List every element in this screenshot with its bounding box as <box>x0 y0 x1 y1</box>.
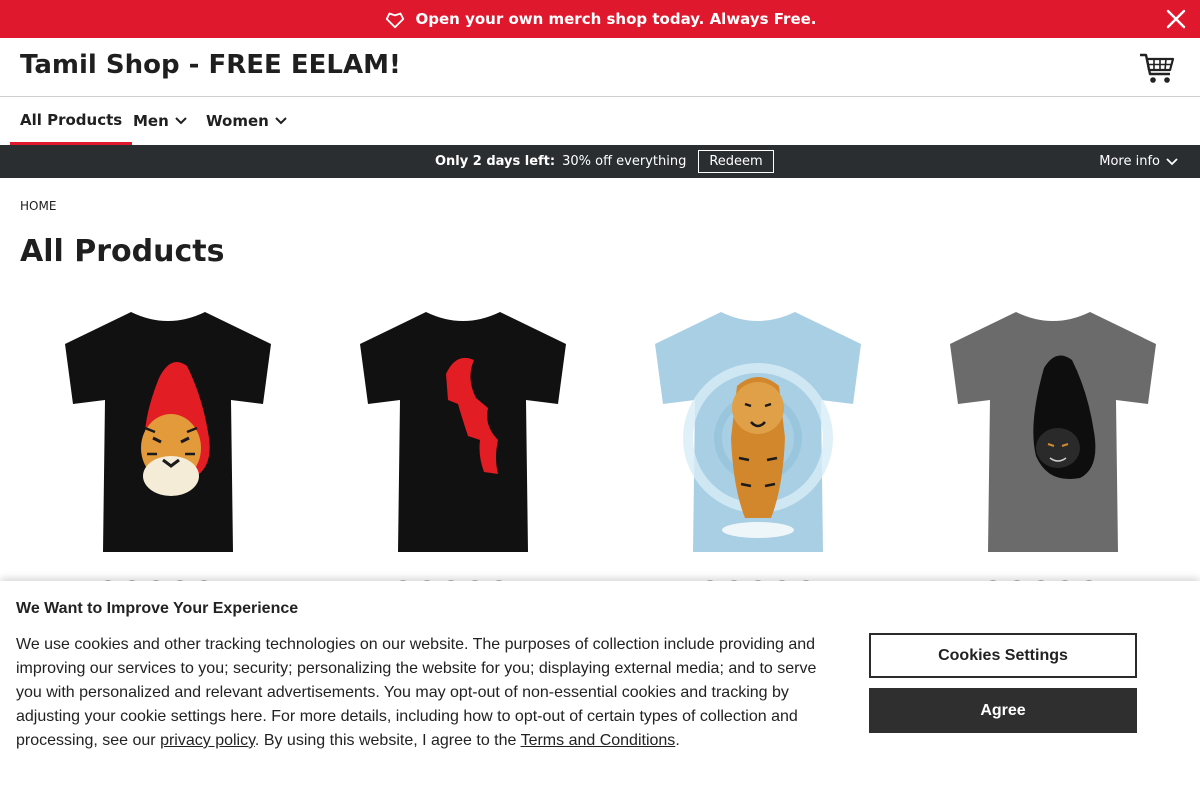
product-card[interactable] <box>618 300 898 592</box>
product-image <box>655 312 861 552</box>
agree-button[interactable]: Agree <box>869 688 1137 733</box>
product-image <box>360 312 566 552</box>
chevron-down-icon <box>175 117 187 125</box>
shop-title[interactable]: Tamil Shop - FREE EELAM! <box>20 50 401 80</box>
more-info-label: More info <box>1099 154 1160 169</box>
days-left-text: Only 2 days left: <box>435 154 556 169</box>
nav-item-label: Men <box>133 112 169 130</box>
close-icon[interactable] <box>1164 7 1188 31</box>
nav-item-label: Women <box>206 112 269 130</box>
terms-and-conditions-link[interactable]: Terms and Conditions <box>521 732 676 749</box>
cookies-settings-button[interactable]: Cookies Settings <box>869 633 1137 678</box>
sale-bar: Only 2 days left: 30% off everything Red… <box>0 145 1200 178</box>
promo-banner[interactable]: Open your own merch shop today. Always F… <box>0 0 1200 38</box>
tag-icon <box>385 12 404 29</box>
product-card[interactable] <box>28 300 308 592</box>
privacy-policy-link[interactable]: privacy policy <box>160 732 255 749</box>
nav-item-women[interactable]: Women <box>206 97 287 145</box>
chevron-down-icon <box>275 117 287 125</box>
nav-item-all-products[interactable]: All Products <box>10 97 133 145</box>
redeem-button[interactable]: Redeem <box>698 150 774 173</box>
site-header: Tamil Shop - FREE EELAM! <box>0 38 1200 97</box>
chevron-down-icon <box>1166 157 1178 165</box>
product-card[interactable] <box>913 300 1193 592</box>
cookie-body: We use cookies and other tracking techno… <box>16 633 831 753</box>
cookie-title: We Want to Improve Your Experience <box>16 600 299 617</box>
page-title: All Products <box>20 234 225 269</box>
more-info-button[interactable]: More info <box>1099 145 1178 178</box>
cookie-banner: We Want to Improve Your Experience We us… <box>0 581 1200 800</box>
product-card[interactable] <box>323 300 603 592</box>
discount-text: 30% off everything <box>562 154 687 169</box>
promo-text: Open your own merch shop today. Always F… <box>415 10 817 28</box>
nav-item-label: All Products <box>20 110 123 129</box>
cookie-body-text: . <box>675 732 680 749</box>
cookie-body-text: . By using this website, I agree to the <box>254 732 521 749</box>
main-nav: All Products Men Women <box>0 97 1200 145</box>
product-image <box>950 312 1156 552</box>
breadcrumb-home[interactable]: HOME <box>20 199 56 213</box>
product-image <box>65 312 271 552</box>
shopping-cart-icon[interactable] <box>1138 50 1176 86</box>
nav-item-men[interactable]: Men <box>133 97 187 145</box>
